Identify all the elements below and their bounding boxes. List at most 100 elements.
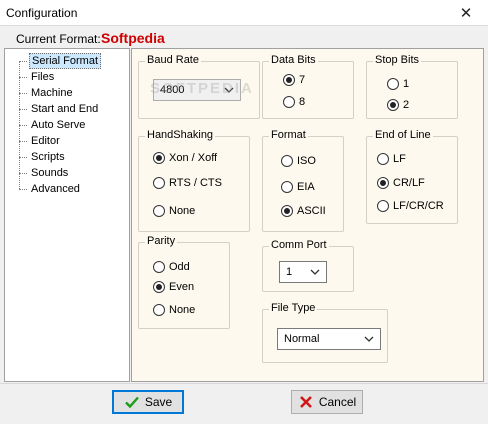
- parity-option-even[interactable]: Even: [153, 281, 194, 293]
- handshaking-option-xon-xoff[interactable]: Xon / Xoff: [153, 152, 217, 164]
- radio-button[interactable]: [153, 261, 165, 273]
- baud-rate-select[interactable]: 4800: [153, 79, 241, 101]
- cancel-button[interactable]: Cancel: [291, 390, 363, 414]
- radio-button[interactable]: [281, 205, 293, 217]
- tree-item-editor[interactable]: Editor: [19, 133, 62, 149]
- radio-button[interactable]: [281, 155, 293, 167]
- save-label: Save: [144, 395, 173, 409]
- cancel-label: Cancel: [318, 395, 357, 409]
- radio-button[interactable]: [283, 74, 295, 86]
- radio-button[interactable]: [377, 200, 389, 212]
- parity-option-none[interactable]: None: [153, 304, 195, 316]
- save-button[interactable]: Save: [112, 390, 184, 414]
- tree-item-label: Serial Format: [29, 53, 102, 69]
- radio-button[interactable]: [387, 78, 399, 90]
- radio-button[interactable]: [153, 205, 165, 217]
- tree-item-label: Editor: [31, 135, 60, 147]
- file-type-title: File Type: [269, 302, 318, 314]
- file-type-group: File Type Normal: [262, 302, 388, 363]
- format-option-iso[interactable]: ISO: [281, 155, 316, 167]
- file-type-select[interactable]: Normal: [277, 328, 381, 350]
- option-label: 2: [403, 99, 410, 111]
- tree-item-sounds[interactable]: Sounds: [19, 165, 70, 181]
- comm-port-title: Comm Port: [269, 239, 329, 251]
- radio-button[interactable]: [283, 96, 295, 108]
- window-title: Configuration: [6, 6, 78, 20]
- close-icon: ✕: [459, 5, 473, 22]
- option-label: ASCII: [297, 205, 326, 217]
- radio-button[interactable]: [377, 177, 389, 189]
- data-bits-group: Data Bits 7 8: [262, 54, 354, 119]
- radio-button[interactable]: [153, 304, 165, 316]
- tree-item-label: Auto Serve: [31, 119, 86, 131]
- tree-item-serial-format[interactable]: Serial Format: [19, 53, 102, 69]
- option-label: EIA: [297, 181, 315, 193]
- option-label: 7: [299, 74, 306, 86]
- handshaking-group: HandShaking Xon / Xoff RTS / CTS None: [138, 129, 250, 232]
- baud-rate-title: Baud Rate: [145, 54, 201, 66]
- radio-button[interactable]: [153, 281, 165, 293]
- radio-button[interactable]: [387, 99, 399, 111]
- option-label: Odd: [169, 261, 190, 273]
- parity-group: Parity Odd Even None: [138, 235, 230, 329]
- current-format-label: Current Format:: [16, 32, 101, 46]
- format-title: Format: [269, 129, 308, 141]
- option-label: 1: [403, 78, 410, 90]
- radio-button[interactable]: [377, 153, 389, 165]
- tree-item-label: Machine: [31, 87, 73, 99]
- handshaking-option-none[interactable]: None: [153, 205, 195, 217]
- format-option-eia[interactable]: EIA: [281, 181, 315, 193]
- comm-port-group: Comm Port 1: [262, 239, 354, 292]
- baud-rate-group: Baud Rate 4800: [138, 54, 260, 119]
- serial-format-panel: Baud Rate 4800 Data Bits 7 8 Stop Bits 1…: [131, 48, 484, 382]
- title-bar: Configuration ✕: [0, 0, 488, 26]
- tree-item-files[interactable]: Files: [19, 69, 56, 85]
- stop-bits-group: Stop Bits 1 2: [366, 54, 458, 119]
- tree-item-auto-serve[interactable]: Auto Serve: [19, 117, 87, 133]
- checkmark-icon: [124, 396, 139, 409]
- tree-item-label: Start and End: [31, 103, 99, 115]
- chevron-down-icon: [310, 269, 320, 275]
- stop-bits-option-2[interactable]: 2: [387, 99, 409, 111]
- handshaking-option-rts-cts[interactable]: RTS / CTS: [153, 177, 222, 189]
- data-bits-title: Data Bits: [269, 54, 318, 66]
- tree-item-machine[interactable]: Machine: [19, 85, 75, 101]
- data-bits-option-7[interactable]: 7: [283, 74, 305, 86]
- comm-port-value: 1: [286, 266, 293, 278]
- chevron-down-icon: [224, 87, 234, 93]
- chevron-down-icon: [364, 336, 374, 342]
- radio-button[interactable]: [281, 181, 293, 193]
- file-type-value: Normal: [284, 333, 320, 345]
- data-bits-option-8[interactable]: 8: [283, 96, 305, 108]
- tree-item-label: Files: [31, 71, 55, 83]
- end-of-line-option-cr-lf[interactable]: CR/LF: [377, 177, 425, 189]
- option-label: 8: [299, 96, 306, 108]
- tree-item-start-and-end[interactable]: Start and End: [19, 101, 100, 117]
- option-label: ISO: [297, 155, 316, 167]
- format-option-ascii[interactable]: ASCII: [281, 205, 326, 217]
- stop-bits-title: Stop Bits: [373, 54, 422, 66]
- stop-bits-option-1[interactable]: 1: [387, 78, 409, 90]
- footer-divider: [0, 383, 488, 384]
- tree-item-scripts[interactable]: Scripts: [19, 149, 67, 165]
- current-format-value: Softpedia: [101, 30, 165, 46]
- parity-title: Parity: [145, 235, 178, 247]
- tree-item-advanced[interactable]: Advanced: [19, 181, 82, 197]
- option-label: LF/CR/CR: [393, 200, 444, 212]
- format-group: Format ISO EIA ASCII: [262, 129, 344, 232]
- end-of-line-option-lf[interactable]: LF: [377, 153, 406, 165]
- handshaking-title: HandShaking: [145, 129, 216, 141]
- tree-item-label: Sounds: [31, 167, 69, 179]
- close-button[interactable]: ✕: [444, 0, 488, 26]
- radio-button[interactable]: [153, 177, 165, 189]
- option-label: LF: [393, 153, 406, 165]
- comm-port-select[interactable]: 1: [279, 261, 327, 283]
- tree-item-label: Scripts: [31, 151, 65, 163]
- radio-button[interactable]: [153, 152, 165, 164]
- end-of-line-title: End of Line: [373, 129, 433, 141]
- option-label: None: [169, 205, 196, 217]
- parity-option-odd[interactable]: Odd: [153, 261, 190, 273]
- end-of-line-option-lf-cr-cr[interactable]: LF/CR/CR: [377, 200, 444, 212]
- settings-tree[interactable]: Serial Format Files Machine Start and En…: [4, 48, 130, 382]
- option-label: None: [169, 304, 196, 316]
